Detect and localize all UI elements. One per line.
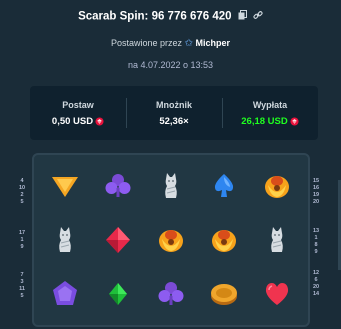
reel-cell xyxy=(198,213,251,267)
payline-number: 9 xyxy=(20,244,24,250)
payline-number: 17 xyxy=(18,230,26,236)
stat-bet-value: 0,50 USD xyxy=(51,115,94,127)
username-link[interactable]: Michper xyxy=(195,38,230,48)
left-paylines-middle: 17 1 9 xyxy=(17,230,27,251)
reel-cell xyxy=(38,267,91,321)
reel-cell xyxy=(198,159,251,213)
reel-cell xyxy=(144,159,197,213)
right-paylines-top: 15 16 19 20 xyxy=(311,178,321,206)
payline-number: 2 xyxy=(20,192,24,198)
stat-payout: Wypłata 26,18 USD xyxy=(222,86,318,140)
reel-cell xyxy=(38,213,91,267)
reel-cell xyxy=(144,267,197,321)
payline-number: 16 xyxy=(312,185,320,191)
payline-number: 15 xyxy=(312,178,320,184)
right-paylines-middle: 13 1 8 9 xyxy=(311,228,321,256)
reel-cell xyxy=(91,267,144,321)
payline-number: 1 xyxy=(20,237,24,243)
stat-payout-value: 26,18 USD xyxy=(241,115,288,127)
payline-number: 11 xyxy=(19,286,25,292)
payline-number: 14 xyxy=(312,291,320,297)
reel-cell xyxy=(91,159,144,213)
reel-cell xyxy=(251,213,304,267)
left-paylines-bottom: 7 3 11 5 xyxy=(17,272,27,300)
payline-number: 20 xyxy=(312,284,320,290)
stat-bet-label: Postaw xyxy=(62,99,94,110)
stat-bet: Postaw 0,50 USD xyxy=(30,86,126,140)
bet-title: Scarab Spin: 96 776 676 420 xyxy=(0,10,341,23)
reel-cell xyxy=(251,159,304,213)
payline-number: 1 xyxy=(314,235,318,241)
reel-grid xyxy=(38,159,304,321)
gold-coin-icon xyxy=(211,284,238,305)
reel-cell xyxy=(251,267,304,321)
stat-payout-value-row: 26,18 USD xyxy=(241,115,299,127)
link-icon[interactable] xyxy=(253,10,263,23)
reel-cell xyxy=(38,159,91,213)
payline-number: 10 xyxy=(18,185,26,191)
right-paylines-bottom: 12 6 20 14 xyxy=(311,270,321,298)
white-mummy-cat-icon xyxy=(271,227,284,252)
ruby-gem-icon xyxy=(95,116,104,126)
stat-bet-value-row: 0,50 USD xyxy=(52,116,104,127)
payline-number: 5 xyxy=(20,293,24,299)
golden-scarab-icon xyxy=(212,230,237,252)
payline-number: 4 xyxy=(20,178,24,184)
white-mummy-cat-icon xyxy=(165,173,177,198)
blue-spade-icon xyxy=(215,174,234,197)
bet-date: na 4.07.2022 o 13:53 xyxy=(127,60,214,70)
purple-pentagon-icon xyxy=(52,281,77,305)
payline-number: 3 xyxy=(20,279,24,285)
red-diamond-icon xyxy=(105,227,130,253)
slot-reels-board xyxy=(32,153,310,327)
payline-number: 20 xyxy=(312,199,320,205)
green-diamond-icon xyxy=(108,283,127,305)
bet-stats-panel: Postaw 0,50 USD Mnożnik 52,36× Wypłata 2… xyxy=(30,86,318,140)
purple-club-icon xyxy=(158,282,184,305)
payline-number: 6 xyxy=(314,277,318,283)
golden-scarab-icon xyxy=(265,176,290,198)
stat-payout-label: Wypłata xyxy=(252,99,288,110)
red-heart-icon xyxy=(266,283,289,305)
payline-number: 9 xyxy=(314,249,318,255)
stat-multiplier: Mnożnik 52,36× xyxy=(126,86,222,140)
star-icon: ✩ xyxy=(184,38,193,49)
payline-number: 5 xyxy=(20,199,24,205)
stat-multiplier-label: Mnożnik xyxy=(156,99,192,110)
payline-number: 8 xyxy=(314,242,318,248)
reel-cell xyxy=(198,267,251,321)
golden-scarab-icon xyxy=(158,230,183,252)
purple-club-icon xyxy=(105,174,131,197)
posted-by-label: Postawione przez xyxy=(111,38,183,48)
ruby-gem-icon xyxy=(290,116,299,126)
left-paylines-top: 4 10 2 5 xyxy=(17,178,27,206)
bet-title-text: Scarab Spin: 96 776 676 420 xyxy=(78,10,232,23)
payline-number: 7 xyxy=(20,272,24,278)
reel-cell xyxy=(91,213,144,267)
reel-cell xyxy=(144,213,197,267)
stat-multiplier-value: 52,36× xyxy=(159,115,189,127)
payline-number: 13 xyxy=(312,228,320,234)
gold-triangle-icon xyxy=(51,177,78,197)
payline-number: 19 xyxy=(312,192,320,198)
white-mummy-cat-icon xyxy=(58,227,71,252)
copy-icon[interactable] xyxy=(238,10,247,23)
payline-number: 12 xyxy=(312,270,320,276)
posted-by: Postawione przez ✩ Michper xyxy=(0,38,341,49)
